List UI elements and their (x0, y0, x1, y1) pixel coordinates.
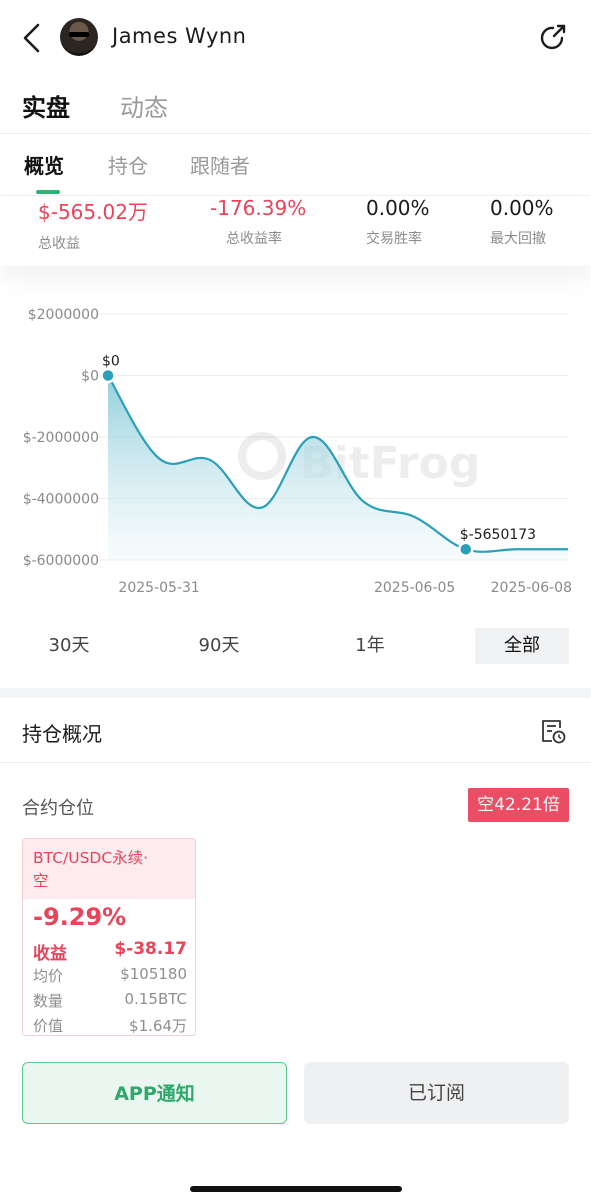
pnl-chart-svg: $2000000$0$-2000000$-4000000$-6000000Bit… (23, 307, 572, 596)
position-pnl-row: 收益 $-38.17 (33, 939, 187, 964)
position-card[interactable]: BTC/USDC永续· 空 -9.29% 收益 $-38.17 均价 $1051… (22, 838, 196, 1036)
position-symbol-line1: BTC/USDC永续· (33, 849, 149, 867)
username: James Wynn (112, 24, 247, 48)
contract-positions-label: 合约仓位 (22, 798, 94, 819)
position-symbol-line2: 空 (33, 872, 49, 890)
home-indicator (190, 1186, 402, 1192)
top-bar: James Wynn (0, 0, 591, 76)
stat-max-drawdown: 0.00% 最大回撤 (490, 196, 554, 248)
row-value: $105180 (120, 965, 187, 983)
y-tick-label: $2000000 (28, 307, 99, 323)
data-label: $0 (102, 354, 120, 370)
stat-value: $-565.02万 (38, 200, 148, 224)
range-all[interactable]: 全部 (475, 628, 569, 664)
stat-total-return: -176.39% 总收益率 (210, 196, 306, 248)
tab-followers[interactable]: 跟随者 (190, 150, 250, 179)
position-pnl-percent: -9.29% (33, 903, 127, 931)
main-tabs: 实盘 动态 (0, 76, 591, 134)
divider-line (0, 762, 591, 763)
range-90d[interactable]: 90天 (174, 628, 264, 664)
stat-total-pnl: $-565.02万 总收益 (38, 196, 148, 253)
pnl-label: 收益 (33, 944, 67, 964)
app-notify-button[interactable]: APP通知 (22, 1062, 287, 1124)
tab-activity[interactable]: 动态 (120, 88, 168, 123)
range-selector: 30天 90天 1年 全部 (0, 628, 591, 664)
watermark-logo (238, 432, 286, 480)
range-1y[interactable]: 1年 (325, 628, 415, 664)
stat-win-rate: 0.00% 交易胜率 (366, 196, 430, 248)
data-point-marker (458, 541, 474, 557)
range-30d[interactable]: 30天 (24, 628, 114, 664)
stats-row: $-565.02万 总收益 -176.39% 总收益率 0.00% 交易胜率 0… (0, 196, 591, 266)
position-symbol: BTC/USDC永续· 空 (23, 839, 195, 899)
stat-label: 交易胜率 (366, 231, 422, 247)
position-avg-price-row: 均价 $105180 (33, 965, 187, 987)
history-icon[interactable] (540, 718, 566, 744)
row-label: 均价 (33, 967, 64, 985)
data-label: $-5650173 (460, 527, 536, 543)
stat-value: 0.00% (366, 196, 430, 220)
position-value-row: 价值 $1.64万 (33, 1015, 187, 1035)
sub-tabs: 概览 持仓 跟随者 (0, 134, 591, 196)
y-tick-label: $-4000000 (23, 492, 99, 508)
row-label: 价值 (33, 1017, 64, 1035)
row-value: $1.64万 (129, 1017, 187, 1035)
y-tick-label: $-6000000 (23, 553, 99, 569)
x-tick-label: 2025-06-05 (374, 580, 455, 596)
data-point-marker (100, 367, 116, 384)
row-label: 数量 (33, 992, 64, 1010)
row-value: 0.15BTC (124, 990, 187, 1008)
stat-label: 最大回撤 (490, 231, 546, 247)
x-tick-label: 2025-06-08 (491, 580, 572, 596)
x-tick-label: 2025-05-31 (118, 580, 199, 596)
y-tick-label: $-2000000 (23, 430, 99, 446)
share-icon[interactable] (538, 22, 568, 52)
stat-label: 总收益率 (226, 231, 282, 247)
stat-value: 0.00% (490, 196, 554, 220)
active-tab-indicator (36, 190, 60, 194)
section-divider (0, 688, 591, 698)
tab-live[interactable]: 实盘 (22, 88, 70, 123)
pnl-value: $-38.17 (114, 939, 187, 959)
tab-positions[interactable]: 持仓 (108, 150, 148, 179)
stat-value: -176.39% (210, 196, 307, 220)
chevron-left-icon[interactable] (18, 22, 46, 54)
avatar[interactable] (60, 18, 98, 56)
positions-overview-title: 持仓概况 (22, 722, 102, 746)
pnl-chart[interactable]: $2000000 $0 $-2000000 $-4000000 $-6000000 Bit… (0, 296, 591, 606)
leverage-badge: 空42.21倍 (468, 788, 569, 822)
stat-label: 总收益 (38, 236, 80, 252)
tab-overview[interactable]: 概览 (24, 150, 64, 179)
subscribed-button[interactable]: 已订阅 (304, 1062, 569, 1124)
position-quantity-row: 数量 0.15BTC (33, 990, 187, 1012)
y-tick-label: $0 (81, 369, 99, 385)
